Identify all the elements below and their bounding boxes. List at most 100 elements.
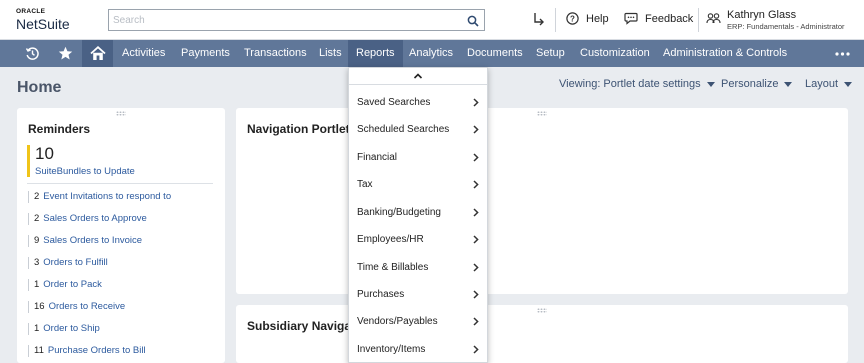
reminder-label: Order to Pack [43,279,102,290]
netsuite-logo[interactable]: ORACLE NetSuite [16,8,70,32]
subsidiary-navigator-title: Subsidiary Navigato [247,319,363,333]
chevron-right-icon [473,263,479,272]
reminder-label: Sales Orders to Invoice [43,235,143,246]
reminder-label: Orders to Receive [48,301,126,312]
menu-item-inventory-items[interactable]: Inventory/Items [349,336,487,363]
reminder-item[interactable]: 1 Order to Ship [28,322,100,336]
menu-item-vendors-payables[interactable]: Vendors/Payables [349,308,487,335]
svg-text:?: ? [570,14,575,23]
drag-handle-icon[interactable] [537,111,547,116]
layout-label: Layout [805,78,839,90]
feedback-button[interactable]: Feedback [624,12,693,25]
menu-item-saved-searches[interactable]: Saved Searches [349,89,487,116]
navigation-portlet-title: Navigation Portlet [247,122,350,136]
reminder-count: 11 [34,345,44,356]
user-roles-icon [706,13,721,24]
nav-setup[interactable]: Setup [528,40,573,67]
menu-item-employees-hr[interactable]: Employees/HR [349,226,487,253]
global-search [108,9,485,31]
search-icon[interactable] [467,14,479,32]
highlight-bar [27,145,30,177]
menu-item-label: Banking/Budgeting [357,207,441,218]
menu-item-tax[interactable]: Tax [349,171,487,198]
reminder-item[interactable]: 2 Sales Orders to Approve [28,212,147,226]
reminder-count: 2 [34,191,40,202]
menu-item-scheduled-searches[interactable]: Scheduled Searches [349,116,487,143]
menu-item-purchases[interactable]: Purchases [349,281,487,308]
favorites-star-icon[interactable] [50,40,81,67]
reminder-item[interactable]: 16 Orders to Receive [28,300,125,314]
menu-item-banking-budgeting[interactable]: Banking/Budgeting [349,199,487,226]
scroll-up-button[interactable] [349,68,487,85]
highlight-count: 10 [35,144,54,163]
user-role: ERP: Fundamentals - Administrator [727,22,845,31]
nav-payments[interactable]: Payments [173,40,238,67]
reminder-count: 1 [34,279,40,290]
feedback-icon [624,12,638,25]
home-icon[interactable] [82,40,113,67]
reminder-item[interactable]: 3 Orders to Fulfill [28,256,108,270]
menu-item-label: Financial [357,152,398,163]
nav-activities[interactable]: Activities [114,40,173,67]
viewing-label: Viewing: Portlet date settings [559,78,701,90]
reminder-count: 2 [34,213,40,224]
nav-transactions[interactable]: Transactions [236,40,315,67]
chevron-right-icon [473,153,479,162]
menu-item-financial[interactable]: Financial [349,144,487,171]
personalize-dropdown[interactable]: Personalize [721,78,793,90]
chevron-up-icon [413,73,423,79]
nav-customization[interactable]: Customization [572,40,658,67]
nav-documents[interactable]: Documents [459,40,531,67]
reminder-item[interactable]: 1 Order to Pack [28,278,102,292]
chevron-down-icon [784,81,793,87]
reminder-item[interactable]: 11 Purchase Orders to Bill [28,344,146,358]
header-divider [555,8,556,32]
chevron-right-icon [473,235,479,244]
drag-handle-icon[interactable] [537,308,547,313]
chevron-right-icon [473,98,479,107]
menu-item-label: Saved Searches [357,97,431,108]
user-menu[interactable]: Kathryn Glass ERP: Fundamentals - Admini… [706,9,845,32]
logo-brand: ORACLE [16,8,46,15]
menu-item-label: Employees/HR [357,234,424,245]
top-header: ORACLE NetSuite ? Help Feedback Kathryn … [0,0,864,40]
nav-lists[interactable]: Lists [311,40,350,67]
reminder-count: 1 [34,323,40,334]
recent-records-icon[interactable] [531,12,545,31]
chevron-right-icon [473,180,479,189]
help-button[interactable]: ? Help [566,12,609,25]
reminder-item[interactable]: 9 Sales Orders to Invoice [28,234,142,248]
reminder-item[interactable]: 2 Event Invitations to respond to [28,190,171,204]
viewing-portlet-date-settings[interactable]: Viewing: Portlet date settings [559,78,715,90]
chevron-down-icon [844,81,853,87]
personalize-label: Personalize [721,78,779,90]
reminder-count: 16 [34,301,45,312]
reminders-portlet: Reminders 10 SuiteBundles to Update 2 Eve… [17,108,225,363]
reminder-label: Orders to Fulfill [43,257,108,268]
recent-history-icon[interactable] [17,40,48,67]
logo-product: NetSuite [16,15,70,32]
chevron-right-icon [473,208,479,217]
layout-dropdown[interactable]: Layout [805,78,853,90]
menu-item-label: Scheduled Searches [357,124,450,135]
reminder-label: Event Invitations to respond to [43,191,172,202]
menu-item-label: Purchases [357,289,405,300]
menu-item-label: Vendors/Payables [357,316,438,327]
menu-item-label: Time & Billables [357,262,429,273]
nav-reports[interactable]: Reports [348,40,403,67]
more-icon[interactable] [835,40,850,67]
chevron-right-icon [473,317,479,326]
reminders-title: Reminders [28,122,91,136]
subsidiary-navigator-portlet: Subsidiary Navigato [236,305,848,363]
navigation-portlet: Navigation Portlet [236,108,848,294]
search-input[interactable] [109,10,449,31]
nav-administration-controls[interactable]: Administration & Controls [655,40,795,67]
menu-item-label: Inventory/Items [357,344,426,355]
nav-analytics[interactable]: Analytics [401,40,461,67]
highlight-link[interactable]: SuiteBundles to Update [35,166,135,177]
page-title: Home [17,79,62,96]
menu-item-time-billables[interactable]: Time & Billables [349,254,487,281]
drag-handle-icon[interactable] [116,111,126,116]
reminder-label: Sales Orders to Approve [43,213,147,224]
user-name: Kathryn Glass [727,9,797,21]
